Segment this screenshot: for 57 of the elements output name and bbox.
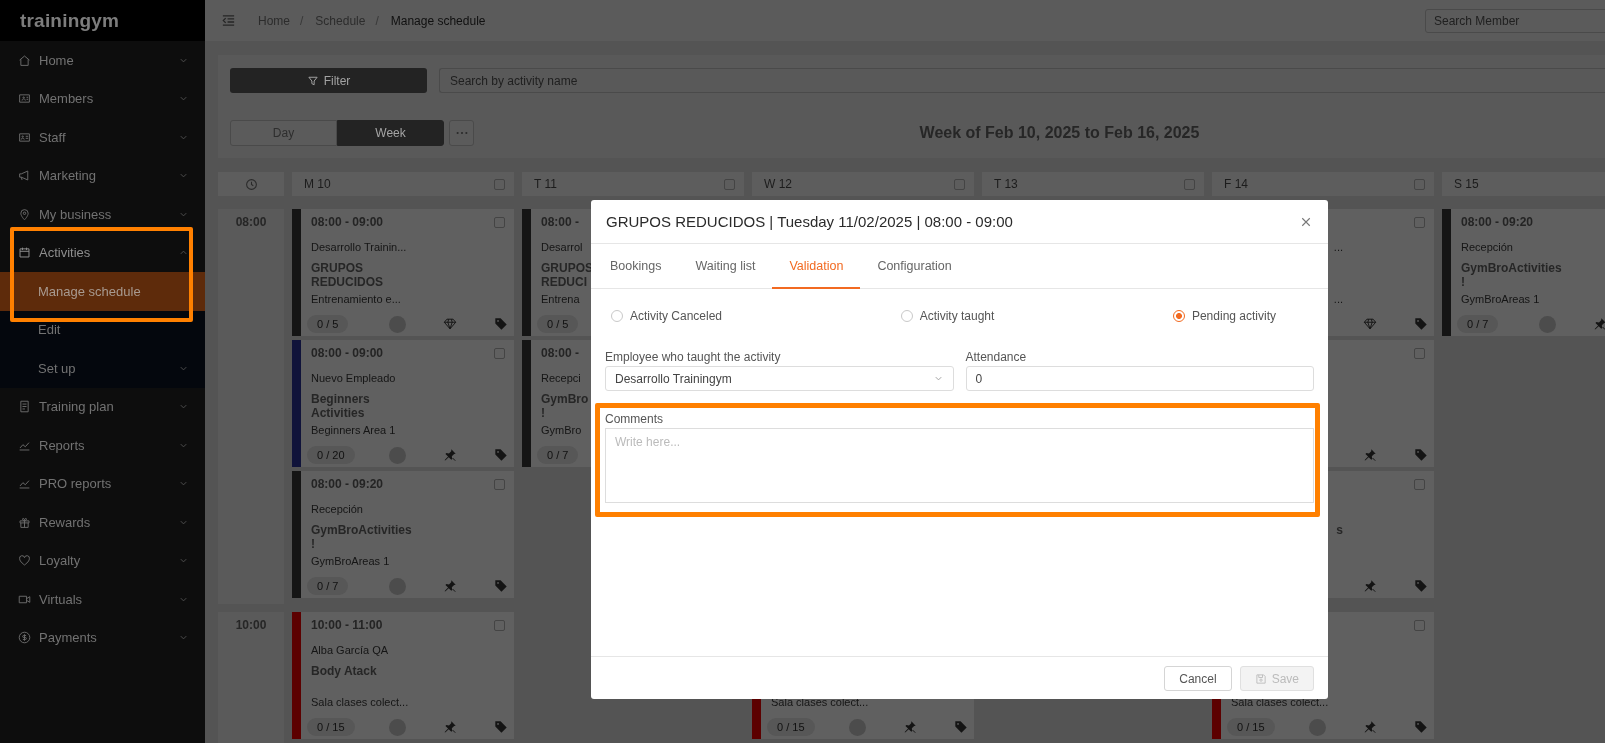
activity-name: GymBroActivities ! [311,523,412,551]
trainer-name: Recepci [541,372,581,384]
capacity-count: 0 / 7 [537,446,579,464]
day-label: F 14 [1224,177,1248,191]
radio-label: Pending activity [1191,309,1276,323]
capacity-count: 0 / 5 [307,315,349,333]
trainer-name: Desarrol [541,241,583,253]
trainer-name: Desarrollo Trainin... [311,241,407,253]
activity-time: 08:00 - [541,215,580,229]
activity-time: 08:00 - 09:20 [311,477,384,491]
dialog-title: GRUPOS REDUCIDOS | Tuesday 11/02/2025 | 08:00 - 09:00 [606,213,1013,230]
activity-name: GymBro ! [541,392,589,420]
breadcrumb-separator: / [375,13,379,28]
room-name: Sala clases colect... [311,696,409,708]
activity-name: s [1336,523,1343,537]
field-label: Employee who taught the activity [605,350,782,364]
day-label: T 13 [994,177,1018,191]
day-label: W 12 [764,177,792,191]
room-name: GymBroAreas 1 [1461,293,1540,305]
activity-time: 08:00 - 09:00 [311,215,384,229]
capacity-count: 0 / 7 [307,577,349,595]
trainer-name: Recepción [1461,241,1513,253]
logo: trainingym [20,9,120,32]
trainer-name: ... [1333,241,1343,253]
room-name: Entrenamiento e... [311,293,401,305]
field-label: Attendance [965,350,1028,364]
breadcrumb-item: Manage schedule [390,13,486,28]
activity-time: 08:00 - 09:00 [311,346,384,360]
radio-label: Activity taught [919,309,995,323]
activity-name: Body Atack [311,664,377,678]
capacity-count: 0 / 15 [767,718,815,736]
room-name: GymBro [541,424,582,436]
capacity-count: 0 / 5 [537,315,579,333]
field-label: Comments [605,412,664,426]
activity-name: GRUPOS REDUCIDOS [311,261,383,289]
activity-time: 10:00 - 11:00 [311,618,383,632]
activity-name: Beginners Activities [311,392,370,420]
room-name: Entrena [541,293,580,305]
day-label: T 11 [534,177,557,191]
trainer-name: Alba García QA [311,644,389,656]
breadcrumb-separator: / [300,13,304,28]
capacity-count: 0 / 7 [1457,315,1499,333]
room-name: GymBroAreas 1 [311,555,390,567]
radio-label: Activity Canceled [630,309,723,323]
activity-name: GymBroActivities ! [1461,261,1562,289]
capacity-count: 0 / 15 [307,718,355,736]
capacity-count: 0 / 15 [1227,718,1275,736]
room-name: ... [1333,293,1343,305]
trainer-name: Nuevo Empleado [311,372,396,384]
room-name: Beginners Area 1 [311,424,396,436]
trainer-name: Recepción [311,503,363,515]
activity-time: 08:00 - [541,346,580,360]
activity-time: 08:00 - 09:20 [1461,215,1534,229]
day-label: M 10 [304,177,331,191]
capacity-count: 0 / 20 [307,446,355,464]
activity-name: GRUPOS REDUCI [541,261,593,289]
day-label: S 15 [1454,177,1479,191]
